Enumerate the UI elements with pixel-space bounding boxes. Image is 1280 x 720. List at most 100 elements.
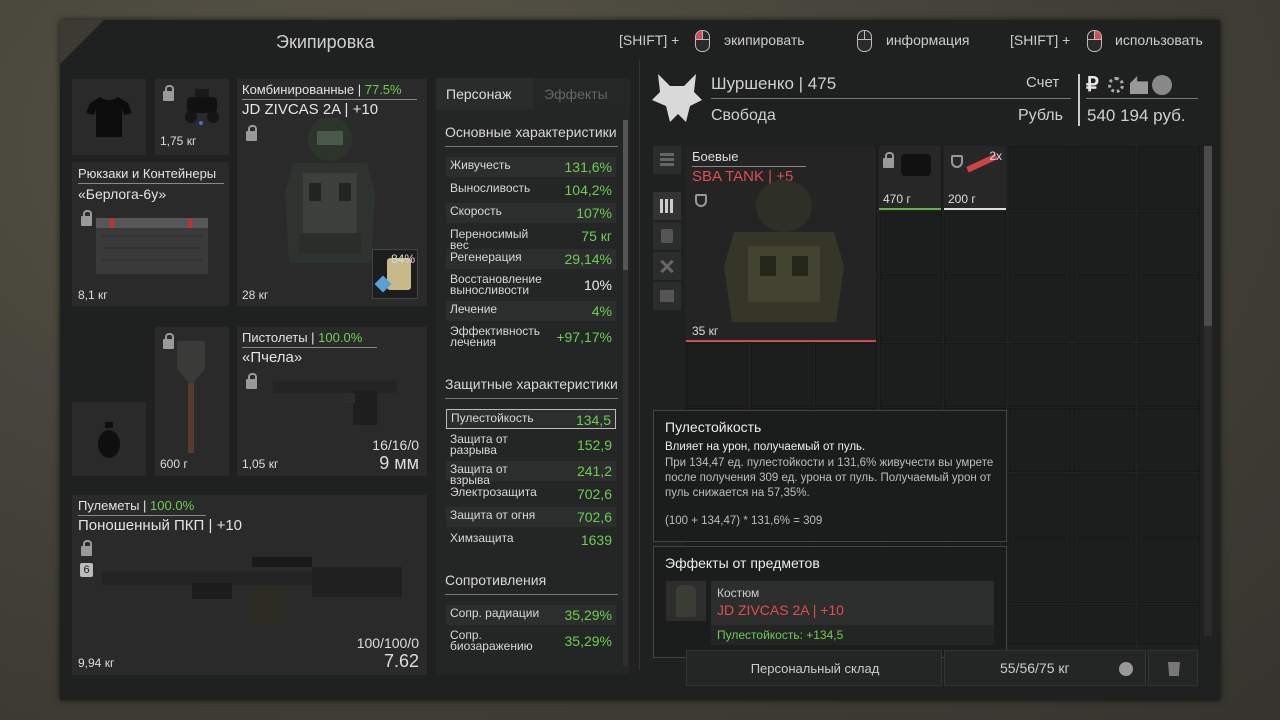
- container-icon: [96, 218, 208, 274]
- inventory-scroll-thumb[interactable]: [1204, 146, 1212, 326]
- inventory-cell[interactable]: [879, 342, 942, 407]
- inventory-cell[interactable]: [1073, 342, 1135, 407]
- faction-wolf-icon: [652, 74, 702, 122]
- inventory-cell[interactable]: [1008, 342, 1071, 407]
- shirt-slot[interactable]: [72, 79, 146, 155]
- inventory-cell[interactable]: [1073, 604, 1135, 645]
- inventory-cell[interactable]: [1073, 211, 1135, 276]
- inventory-item-detector[interactable]: 2x 200 г: [944, 146, 1006, 210]
- armor-header: Комбинированные | 77.5%: [242, 82, 402, 97]
- stat-row[interactable]: Пулестойкость 134,5: [446, 409, 616, 429]
- stats-scroll-thumb[interactable]: [623, 120, 628, 270]
- inventory-cell[interactable]: [944, 211, 1006, 276]
- stat-value: 104,2%: [564, 182, 612, 198]
- mg-slot-badge: 6: [80, 563, 93, 577]
- stat-row[interactable]: Сопр. радиации 35,29%: [446, 605, 616, 625]
- inventory-cell[interactable]: [1137, 146, 1200, 210]
- coin-currency-icon[interactable]: [1152, 75, 1172, 95]
- personal-storage-button[interactable]: Персональный склад: [686, 650, 942, 686]
- inventory-cell[interactable]: [750, 342, 813, 407]
- stat-row[interactable]: Живучесть 131,6%: [446, 157, 616, 177]
- inventory-cell[interactable]: [815, 342, 877, 407]
- machinegun-slot[interactable]: Пулеметы | 100.0% Поношенный ПКП | +10 6…: [72, 495, 427, 675]
- inventory-cell[interactable]: [944, 277, 1006, 341]
- stat-row[interactable]: Защита от разрыва 152,9: [446, 432, 616, 458]
- inventory-cell[interactable]: [1073, 539, 1135, 603]
- grenade-slot[interactable]: [72, 402, 146, 476]
- stat-name: Сопр. биозаражению: [450, 628, 533, 653]
- pistol-header: Пистолеты | 100.0%: [242, 330, 363, 345]
- stat-row[interactable]: Восстановление выносливости 10%: [446, 272, 616, 298]
- box-filter-icon[interactable]: [653, 282, 681, 310]
- tools-filter-icon[interactable]: [653, 252, 681, 280]
- inventory-cell[interactable]: [1008, 211, 1071, 276]
- grenade-icon: [98, 422, 120, 458]
- inventory-cell[interactable]: [1073, 146, 1135, 210]
- tab-effects[interactable]: Эффекты: [534, 78, 630, 110]
- inventory-cell[interactable]: [1137, 277, 1200, 341]
- stat-name: Эффективность лечения: [450, 324, 541, 349]
- shield-icon: [695, 194, 707, 207]
- inventory-cell[interactable]: [1137, 211, 1200, 276]
- inventory-cell[interactable]: [1008, 146, 1071, 210]
- backpack-name: «Берлога-6у»: [78, 186, 167, 202]
- list-view-icon[interactable]: [653, 146, 681, 174]
- pistol-condition: 100.0%: [318, 330, 363, 345]
- divider: [711, 98, 1071, 99]
- currency-label: Рубль: [1018, 107, 1063, 124]
- backpack-filter-icon[interactable]: [653, 222, 681, 250]
- inventory-cell[interactable]: [1073, 473, 1135, 538]
- inventory-cell[interactable]: [1137, 539, 1200, 603]
- tab-character[interactable]: Персонаж: [436, 78, 536, 110]
- armor-weight: 28 кг: [242, 288, 269, 302]
- inventory-cell[interactable]: [1008, 539, 1071, 603]
- stat-name: Электрозащита: [450, 485, 537, 499]
- grid-view-icon[interactable]: [653, 192, 681, 220]
- stat-row[interactable]: Выносливость 104,2%: [446, 180, 616, 200]
- inventory-cell[interactable]: [1137, 473, 1200, 538]
- inventory-cell[interactable]: [1008, 604, 1071, 645]
- pistol-slot[interactable]: Пистолеты | 100.0% «Пчела» 16/16/0 9 мм …: [237, 327, 427, 476]
- stat-row[interactable]: Скорость 107%: [446, 203, 616, 223]
- inventory-cell[interactable]: [1137, 342, 1200, 407]
- effect-item-box: Костюм JD ZIVCAS 2A | +10: [711, 581, 994, 625]
- lock-icon: [246, 373, 257, 389]
- inventory-cell[interactable]: [1008, 408, 1071, 472]
- inventory-cell[interactable]: [1008, 473, 1071, 538]
- stat-row[interactable]: Эффективность лечения +97,17%: [446, 324, 616, 350]
- stat-row[interactable]: Электрозащита 702,6: [446, 484, 616, 504]
- stat-value: 35,29%: [564, 633, 612, 649]
- inventory-cell[interactable]: [1137, 604, 1200, 645]
- hint-equip-label: экипировать: [724, 32, 805, 48]
- stat-row[interactable]: Сопр. биозаражению 35,29%: [446, 628, 616, 654]
- inventory-cell[interactable]: [1073, 277, 1135, 341]
- inventory-cell[interactable]: [686, 342, 748, 407]
- stat-name: Выносливость: [450, 181, 531, 195]
- inventory-cell[interactable]: [1137, 408, 1200, 472]
- gear-currency-icon[interactable]: [1108, 77, 1124, 93]
- trash-button[interactable]: [1148, 650, 1198, 686]
- device-slot[interactable]: 1,75 кг: [155, 79, 229, 155]
- stat-row[interactable]: Лечение 4%: [446, 301, 616, 321]
- stat-row[interactable]: Химзащита 1639: [446, 530, 616, 550]
- armor-suit-icon: [285, 117, 375, 263]
- armor-slot[interactable]: Комбинированные | 77.5% JD ZIVCAS 2A | +…: [237, 79, 427, 306]
- inventory-cell[interactable]: [1073, 408, 1135, 472]
- inventory-item-sba-tank[interactable]: Боевые SBA TANK | +5 35 кг: [686, 146, 876, 342]
- inventory-cell[interactable]: [879, 211, 942, 276]
- melee-slot[interactable]: 600 г: [155, 327, 229, 476]
- stat-row[interactable]: Регенерация 29,14%: [446, 249, 616, 269]
- lock-icon: [81, 210, 92, 226]
- stat-row[interactable]: Защита от взрыва 241,2: [446, 461, 616, 486]
- stat-row[interactable]: Переносимый вес 75 кг: [446, 226, 616, 251]
- item-count: 2x: [989, 149, 1002, 163]
- inventory-cell[interactable]: [1008, 277, 1071, 341]
- ruble-icon[interactable]: ₽: [1086, 72, 1099, 97]
- backpack-slot[interactable]: Рюкзаки и Контейнеры «Берлога-6у» 8,1 кг: [72, 162, 229, 306]
- armor-mod-slot[interactable]: 84%: [372, 249, 418, 299]
- mg-weight: 9,94 кг: [78, 656, 115, 670]
- inventory-cell[interactable]: [944, 342, 1006, 407]
- inventory-item-device[interactable]: 470 г: [879, 146, 941, 210]
- inventory-cell[interactable]: [879, 277, 942, 341]
- stat-row[interactable]: Защита от огня 702,6: [446, 507, 616, 527]
